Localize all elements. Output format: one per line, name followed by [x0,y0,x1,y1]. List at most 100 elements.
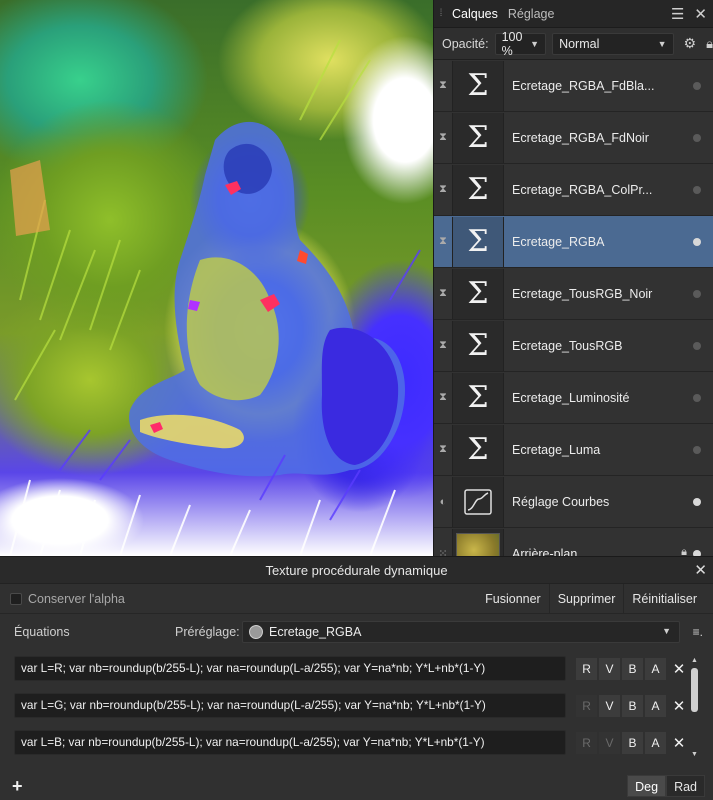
visibility-toggle[interactable] [693,134,701,142]
blend-mode-dropdown[interactable]: Normal ▼ [552,32,674,55]
dialog-footer: + Deg Rad [0,772,713,800]
gear-icon[interactable]: ⚙ [684,35,697,52]
channel-toggles: R V B A [576,694,668,717]
canvas-artwork [9,39,421,556]
equation-input[interactable]: var L=B; var nb=roundup(b/255-L); var na… [14,730,567,755]
delete-button[interactable]: Supprimer [548,584,624,614]
channel-r-toggle[interactable]: R [576,657,598,680]
channel-b-toggle[interactable]: B [622,731,644,754]
photo-thumbnail [452,528,504,556]
channel-b-toggle[interactable]: B [622,657,644,680]
panel-close-icon[interactable]: ✕ [694,5,707,23]
merge-button[interactable]: Fusionner [477,584,549,614]
preset-dropdown[interactable]: Ecretage_RGBA ▼ [242,621,680,643]
dialog-title-bar[interactable]: Texture procédurale dynamique ✕ [0,557,713,584]
layer-row[interactable]: ⧗ Σ Ecretage_Luminosité [434,372,713,424]
opacity-row: Opacité: 100 % ▼ Normal ▼ ⚙ 🔒︎ [434,28,713,60]
layer-row[interactable]: ⁙ Arrière-plan 🔒︎ [434,528,713,556]
padlock-icon[interactable]: 🔒︎ [681,546,687,556]
unit-rad-button[interactable]: Rad [666,775,705,797]
sigma-icon: Σ [452,268,504,319]
layer-expand-icon[interactable]: ⧗ [434,372,452,424]
adjustment-icon: ◐ [439,495,447,508]
layer-row[interactable]: ⧗ Σ Ecretage_TousRGB [434,320,713,372]
layer-name: Ecretage_TousRGB_Noir [512,286,653,301]
equation-input[interactable]: var L=R; var nb=roundup(b/255-L); var na… [14,656,567,681]
layer-row[interactable]: ⧗ Σ Ecretage_RGBA_ColPr... [434,164,713,216]
layer-expand-icon[interactable]: ⧗ [434,320,452,372]
add-equation-icon[interactable]: + [12,776,23,797]
equation-scrollbar[interactable]: ▲ ▼ [690,656,699,760]
layer-row[interactable]: ⧗ Σ Ecretage_RGBA_FdBla... [434,60,713,112]
visibility-toggle[interactable] [693,394,701,402]
layer-expand-icon[interactable]: ⧗ [434,424,452,476]
visibility-toggle[interactable] [693,186,701,194]
sigma-icon: Σ [452,424,504,475]
close-icon[interactable]: ✕ [694,557,707,584]
channel-toggles: R V B A [576,731,668,754]
channel-v-toggle[interactable]: V [599,731,621,754]
channel-r-toggle[interactable]: R [576,731,598,754]
remove-equation-icon[interactable]: ✕ [672,660,686,678]
sigma-icon: Σ [452,112,504,163]
scroll-thumb[interactable] [691,668,698,712]
scroll-up-icon[interactable]: ▲ [690,656,699,666]
unit-deg-button[interactable]: Deg [627,775,667,797]
layer-row-selected[interactable]: ⧗ Σ Ecretage_RGBA [434,216,713,268]
visibility-toggle[interactable] [693,82,701,90]
preserve-alpha-checkbox[interactable] [10,592,22,605]
layer-expand-icon[interactable]: ⧗ [434,268,452,320]
layer-name: Ecretage_Luma [512,442,601,457]
visibility-toggle[interactable] [693,446,701,454]
visibility-toggle[interactable] [693,342,701,350]
layer-row[interactable]: ⧗ Σ Ecretage_RGBA_FdNoir [434,112,713,164]
equation-input[interactable]: var L=G; var nb=roundup(b/255-L); var na… [14,693,567,718]
reset-button[interactable]: Réinitialiser [623,584,705,614]
sigma-icon: Σ [452,216,504,267]
curves-icon [452,476,504,527]
layer-expand-icon[interactable]: ⧗ [434,164,452,216]
visibility-toggle[interactable] [693,498,701,506]
procedural-texture-dialog: Texture procédurale dynamique ✕ Conserve… [0,556,713,800]
layer-name: Ecretage_RGBA_FdBla... [512,78,655,93]
layer-name: Ecretage_Luminosité [512,390,630,405]
tab-reglage[interactable]: Réglage [504,0,561,28]
layer-expand-icon[interactable]: ⧗ [434,216,452,268]
channel-b-toggle[interactable]: B [622,694,644,717]
sigma-icon: Σ [452,164,504,215]
layers-panel: ⁞ Calques Réglage ☰ ✕ Opacité: 100 % ▼ N… [433,0,713,556]
layer-expand-icon[interactable]: ⧗ [434,112,452,164]
channel-v-toggle[interactable]: V [599,657,621,680]
document-canvas[interactable] [0,0,433,556]
preset-menu-icon[interactable]: ≡. [693,625,703,639]
chevron-down-icon: ▼ [662,626,671,636]
scroll-down-icon[interactable]: ▼ [690,750,699,760]
pixel-layer-icon: ⁙ [438,548,448,556]
visibility-toggle[interactable] [693,290,701,298]
layer-row[interactable]: ⧗ Σ Ecretage_Luma [434,424,713,476]
panel-menu-icon[interactable]: ☰ [671,5,684,23]
preserve-alpha-label[interactable]: Conserver l'alpha [28,592,125,606]
channel-v-toggle[interactable]: V [599,694,621,717]
layer-row[interactable]: ◐ Réglage Courbes [434,476,713,528]
remove-equation-icon[interactable]: ✕ [672,734,686,752]
sigma-icon: Σ [452,320,504,371]
dialog-title: Texture procédurale dynamique [265,563,448,578]
sigma-icon: Σ [452,372,504,423]
channel-a-toggle[interactable]: A [645,657,667,680]
lock-icon[interactable]: 🔒︎ [706,36,713,52]
channel-a-toggle[interactable]: A [645,694,667,717]
panel-grip-icon[interactable]: ⁞ [434,0,448,28]
remove-equation-icon[interactable]: ✕ [672,697,686,715]
opacity-dropdown[interactable]: 100 % ▼ [494,30,547,58]
channel-r-toggle[interactable]: R [576,694,598,717]
layer-name: Ecretage_TousRGB [512,338,623,353]
chevron-down-icon: ▼ [530,38,540,49]
channel-a-toggle[interactable]: A [645,731,667,754]
layer-expand-icon[interactable]: ⧗ [434,60,452,112]
angle-unit-toggle: Deg Rad [627,775,705,797]
tab-calques[interactable]: Calques [448,0,504,28]
layer-row[interactable]: ⧗ Σ Ecretage_TousRGB_Noir [434,268,713,320]
visibility-toggle[interactable] [693,238,701,246]
opacity-label: Opacité: [442,36,489,51]
